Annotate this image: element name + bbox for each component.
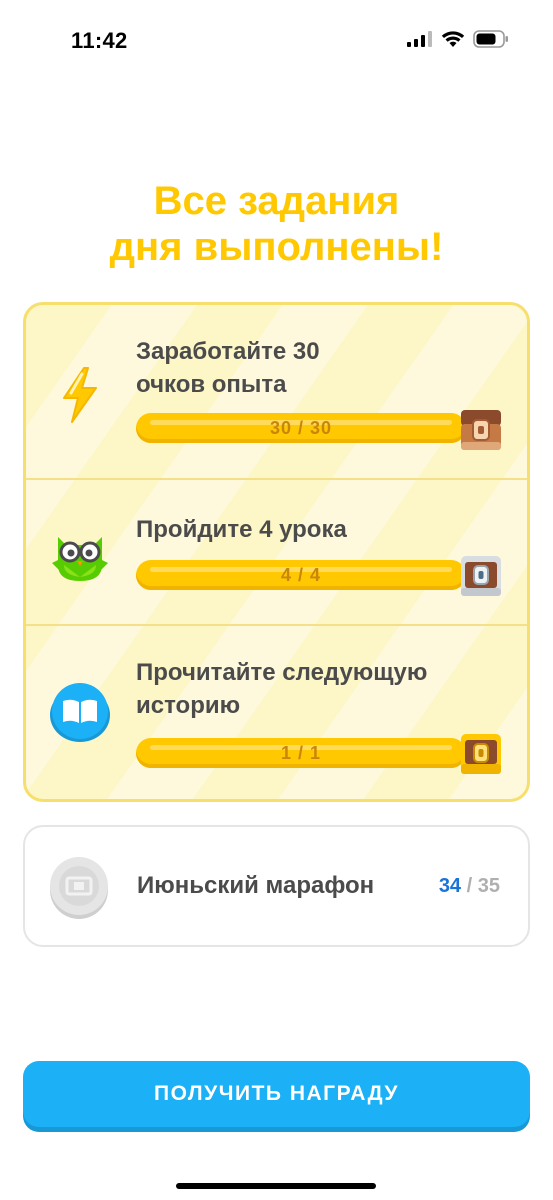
claim-reward-button[interactable]: ПОЛУЧИТЬ НАГРАДУ — [23, 1061, 530, 1127]
quest-progress-label: 1 / 1 — [280, 743, 322, 763]
quest-title-line1: Заработайте 30 — [136, 338, 320, 365]
home-indicator[interactable] — [176, 1183, 376, 1189]
monthly-challenge-title: Июньский марафон — [137, 872, 375, 899]
monthly-progress-total: 35 — [477, 875, 500, 897]
quest-title-line1: Прочитайте следующую — [136, 659, 428, 686]
battery-icon — [473, 30, 508, 48]
quest-title-line2: очков опыта — [136, 371, 287, 398]
chest-silver-icon — [461, 556, 501, 596]
quest-progress-label: 4 / 4 — [280, 565, 322, 585]
page-title-line2: дня выполнены! — [109, 225, 444, 269]
owl-icon — [48, 523, 112, 587]
quest-progress-bar: 4 / 4 — [136, 560, 466, 590]
cellular-signal-icon — [407, 31, 432, 47]
status-icons — [407, 30, 509, 48]
daily-quests-card: Заработайте 30 очков опыта 30 / 30 Пройд… — [23, 302, 530, 802]
quest-title: Прочитайте следующую историю — [136, 656, 516, 722]
chest-opened-icon — [461, 410, 501, 450]
book-icon — [48, 680, 112, 744]
page-title: Все задания дня выполнены! — [0, 178, 553, 270]
monthly-challenge-progress: 34 / 35 — [439, 875, 500, 898]
quest-row-lessons: Пройдите 4 урока 4 / 4 — [26, 480, 527, 626]
quest-progress-label: 30 / 30 — [269, 418, 333, 438]
monthly-progress-separator: / — [466, 875, 473, 897]
quest-row-story: Прочитайте следующую историю 1 / 1 — [26, 626, 527, 799]
quest-title-line2: историю — [136, 692, 241, 719]
monthly-progress-current: 34 — [438, 875, 462, 897]
badge-icon — [50, 857, 108, 919]
monthly-challenge-card[interactable]: Июньский марафон 34 / 35 — [23, 825, 530, 947]
chest-gold-icon — [461, 734, 501, 774]
status-bar: 11:42 — [0, 0, 553, 84]
quest-title: Заработайте 30 очков опыта — [136, 335, 516, 401]
quest-title: Пройдите 4 урока — [136, 513, 516, 546]
page-title-line1: Все задания — [153, 179, 400, 223]
quest-row-xp: Заработайте 30 очков опыта 30 / 30 — [26, 305, 527, 480]
wifi-icon — [441, 31, 465, 47]
quest-progress-bar: 30 / 30 — [136, 413, 466, 443]
quest-title-line1: Пройдите 4 урока — [136, 516, 347, 543]
status-time: 11:42 — [71, 28, 128, 53]
lightning-icon — [48, 363, 112, 427]
quest-progress-bar: 1 / 1 — [136, 738, 466, 768]
claim-reward-label: ПОЛУЧИТЬ НАГРАДУ — [154, 1082, 399, 1105]
